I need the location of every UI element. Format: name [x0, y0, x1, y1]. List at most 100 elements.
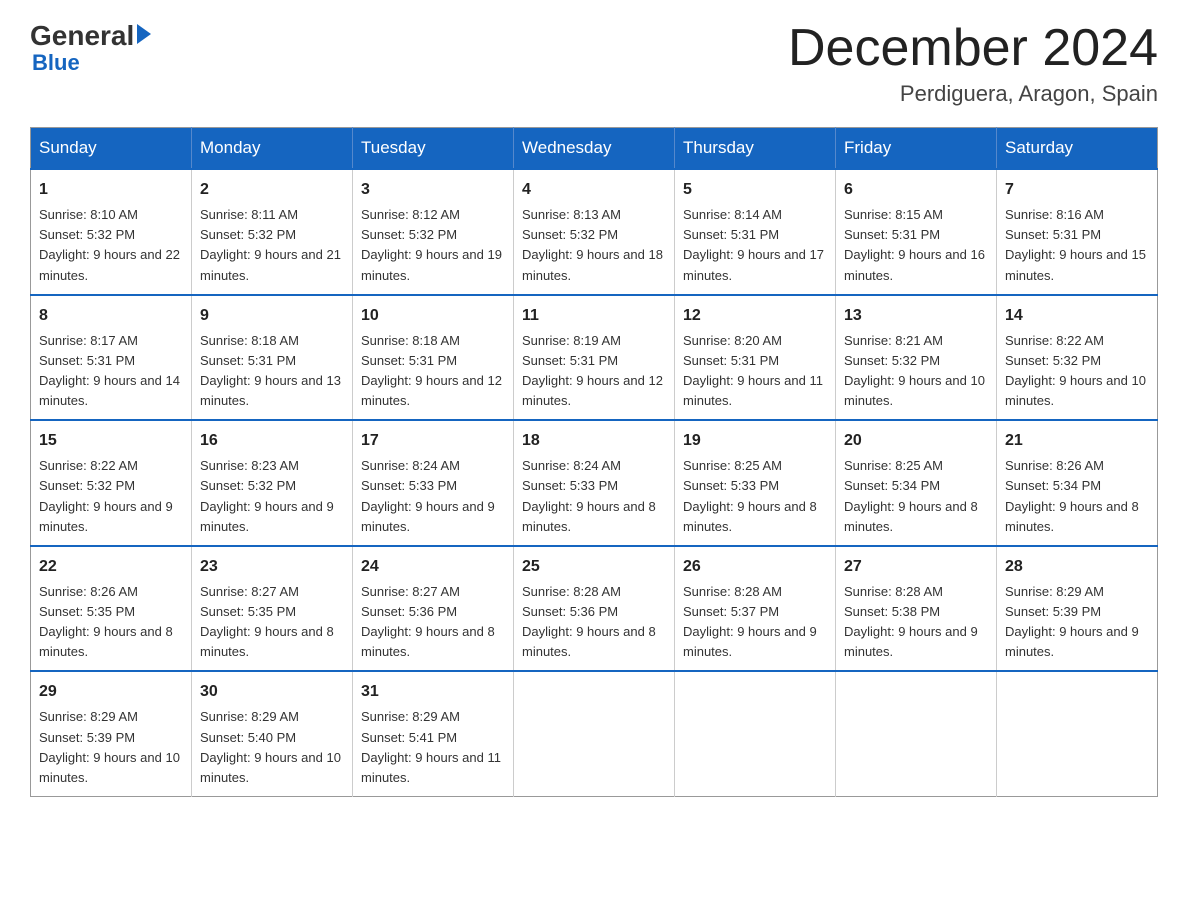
table-row: 3Sunrise: 8:12 AMSunset: 5:32 PMDaylight…	[353, 169, 514, 295]
calendar-week-row: 8 Sunrise: 8:17 AMSunset: 5:31 PMDaylight…	[31, 295, 1158, 421]
table-row: 9 Sunrise: 8:18 AMSunset: 5:31 PMDaylight…	[192, 295, 353, 421]
calendar-week-row: 1 Sunrise: 8:10 AMSunset: 5:32 PMDaylight…	[31, 169, 1158, 295]
table-row: 26 Sunrise: 8:28 AMSunset: 5:37 PMDayligh…	[675, 546, 836, 672]
day-number: 26	[683, 555, 827, 579]
day-number: 15	[39, 429, 183, 453]
day-info: Sunrise: 8:25 AMSunset: 5:34 PMDaylight:…	[844, 456, 988, 537]
table-row: 19 Sunrise: 8:25 AMSunset: 5:33 PMDayligh…	[675, 420, 836, 546]
day-info: Sunrise: 8:19 AMSunset: 5:31 PMDaylight:…	[522, 331, 666, 412]
table-row: 21 Sunrise: 8:26 AMSunset: 5:34 PMDayligh…	[997, 420, 1158, 546]
table-row: 23Sunrise: 8:27 AMSunset: 5:35 PMDayligh…	[192, 546, 353, 672]
table-row: 15Sunrise: 8:22 AMSunset: 5:32 PMDayligh…	[31, 420, 192, 546]
table-row: 24 Sunrise: 8:27 AMSunset: 5:36 PMDayligh…	[353, 546, 514, 672]
day-number: 21	[1005, 429, 1149, 453]
day-number: 31	[361, 680, 505, 704]
day-info: Sunrise: 8:17 AMSunset: 5:31 PMDaylight:…	[39, 331, 183, 412]
table-row: 29 Sunrise: 8:29 AMSunset: 5:39 PMDayligh…	[31, 671, 192, 796]
day-number: 25	[522, 555, 666, 579]
day-info: Sunrise: 8:29 AMSunset: 5:39 PMDaylight:…	[1005, 582, 1149, 663]
day-info: Sunrise: 8:27 AMSunset: 5:36 PMDaylight:…	[361, 582, 505, 663]
day-info: Sunrise: 8:28 AMSunset: 5:38 PMDaylight:…	[844, 582, 988, 663]
day-number: 19	[683, 429, 827, 453]
table-row: 7 Sunrise: 8:16 AMSunset: 5:31 PMDaylight…	[997, 169, 1158, 295]
month-title: December 2024	[788, 20, 1158, 77]
table-row: 20 Sunrise: 8:25 AMSunset: 5:34 PMDayligh…	[836, 420, 997, 546]
col-friday: Friday	[836, 128, 997, 170]
day-number: 9	[200, 304, 344, 328]
day-info: Sunrise: 8:28 AMSunset: 5:36 PMDaylight:…	[522, 582, 666, 663]
day-info: Sunrise: 8:11 AMSunset: 5:32 PMDaylight:…	[200, 205, 344, 286]
table-row: 18 Sunrise: 8:24 AMSunset: 5:33 PMDayligh…	[514, 420, 675, 546]
day-info: Sunrise: 8:25 AMSunset: 5:33 PMDaylight:…	[683, 456, 827, 537]
location-subtitle: Perdiguera, Aragon, Spain	[788, 81, 1158, 107]
logo: General Blue	[30, 20, 151, 76]
day-info: Sunrise: 8:26 AMSunset: 5:35 PMDaylight:…	[39, 582, 183, 663]
day-info: Sunrise: 8:24 AMSunset: 5:33 PMDaylight:…	[522, 456, 666, 537]
logo-triangle-icon	[137, 24, 151, 44]
day-info: Sunrise: 8:22 AMSunset: 5:32 PMDaylight:…	[1005, 331, 1149, 412]
day-info: Sunrise: 8:18 AMSunset: 5:31 PMDaylight:…	[361, 331, 505, 412]
day-info: Sunrise: 8:26 AMSunset: 5:34 PMDaylight:…	[1005, 456, 1149, 537]
day-number: 17	[361, 429, 505, 453]
day-number: 2	[200, 178, 344, 202]
day-info: Sunrise: 8:27 AMSunset: 5:35 PMDaylight:…	[200, 582, 344, 663]
day-info: Sunrise: 8:20 AMSunset: 5:31 PMDaylight:…	[683, 331, 827, 412]
table-row: 2 Sunrise: 8:11 AMSunset: 5:32 PMDaylight…	[192, 169, 353, 295]
table-row: 16Sunrise: 8:23 AMSunset: 5:32 PMDayligh…	[192, 420, 353, 546]
day-info: Sunrise: 8:14 AMSunset: 5:31 PMDaylight:…	[683, 205, 827, 286]
col-wednesday: Wednesday	[514, 128, 675, 170]
day-info: Sunrise: 8:10 AMSunset: 5:32 PMDaylight:…	[39, 205, 183, 286]
table-row: 30Sunrise: 8:29 AMSunset: 5:40 PMDayligh…	[192, 671, 353, 796]
day-number: 10	[361, 304, 505, 328]
day-number: 3	[361, 178, 505, 202]
day-number: 11	[522, 304, 666, 328]
table-row	[997, 671, 1158, 796]
day-number: 7	[1005, 178, 1149, 202]
calendar-week-row: 22 Sunrise: 8:26 AMSunset: 5:35 PMDayligh…	[31, 546, 1158, 672]
day-number: 20	[844, 429, 988, 453]
calendar-table: Sunday Monday Tuesday Wednesday Thursday…	[30, 127, 1158, 797]
day-info: Sunrise: 8:16 AMSunset: 5:31 PMDaylight:…	[1005, 205, 1149, 286]
table-row	[675, 671, 836, 796]
day-number: 27	[844, 555, 988, 579]
table-row: 12 Sunrise: 8:20 AMSunset: 5:31 PMDayligh…	[675, 295, 836, 421]
day-info: Sunrise: 8:24 AMSunset: 5:33 PMDaylight:…	[361, 456, 505, 537]
table-row: 11 Sunrise: 8:19 AMSunset: 5:31 PMDayligh…	[514, 295, 675, 421]
day-info: Sunrise: 8:15 AMSunset: 5:31 PMDaylight:…	[844, 205, 988, 286]
day-info: Sunrise: 8:23 AMSunset: 5:32 PMDaylight:…	[200, 456, 344, 537]
table-row: 31 Sunrise: 8:29 AMSunset: 5:41 PMDayligh…	[353, 671, 514, 796]
table-row: 28 Sunrise: 8:29 AMSunset: 5:39 PMDayligh…	[997, 546, 1158, 672]
day-number: 6	[844, 178, 988, 202]
table-row: 10 Sunrise: 8:18 AMSunset: 5:31 PMDayligh…	[353, 295, 514, 421]
day-number: 18	[522, 429, 666, 453]
day-number: 14	[1005, 304, 1149, 328]
day-number: 4	[522, 178, 666, 202]
calendar-header-row: Sunday Monday Tuesday Wednesday Thursday…	[31, 128, 1158, 170]
day-number: 28	[1005, 555, 1149, 579]
table-row: 22 Sunrise: 8:26 AMSunset: 5:35 PMDayligh…	[31, 546, 192, 672]
day-number: 22	[39, 555, 183, 579]
day-info: Sunrise: 8:18 AMSunset: 5:31 PMDaylight:…	[200, 331, 344, 412]
day-number: 30	[200, 680, 344, 704]
day-info: Sunrise: 8:29 AMSunset: 5:41 PMDaylight:…	[361, 707, 505, 788]
day-number: 29	[39, 680, 183, 704]
day-info: Sunrise: 8:28 AMSunset: 5:37 PMDaylight:…	[683, 582, 827, 663]
day-number: 8	[39, 304, 183, 328]
col-monday: Monday	[192, 128, 353, 170]
day-info: Sunrise: 8:13 AMSunset: 5:32 PMDaylight:…	[522, 205, 666, 286]
day-info: Sunrise: 8:29 AMSunset: 5:39 PMDaylight:…	[39, 707, 183, 788]
table-row	[514, 671, 675, 796]
table-row: 6 Sunrise: 8:15 AMSunset: 5:31 PMDaylight…	[836, 169, 997, 295]
day-number: 24	[361, 555, 505, 579]
day-number: 12	[683, 304, 827, 328]
logo-blue-text: Blue	[32, 50, 80, 76]
day-number: 1	[39, 178, 183, 202]
table-row: 25 Sunrise: 8:28 AMSunset: 5:36 PMDayligh…	[514, 546, 675, 672]
table-row: 27 Sunrise: 8:28 AMSunset: 5:38 PMDayligh…	[836, 546, 997, 672]
table-row: 17 Sunrise: 8:24 AMSunset: 5:33 PMDayligh…	[353, 420, 514, 546]
table-row: 13Sunrise: 8:21 AMSunset: 5:32 PMDayligh…	[836, 295, 997, 421]
day-number: 13	[844, 304, 988, 328]
title-block: December 2024 Perdiguera, Aragon, Spain	[788, 20, 1158, 107]
table-row	[836, 671, 997, 796]
table-row: 5Sunrise: 8:14 AMSunset: 5:31 PMDaylight…	[675, 169, 836, 295]
